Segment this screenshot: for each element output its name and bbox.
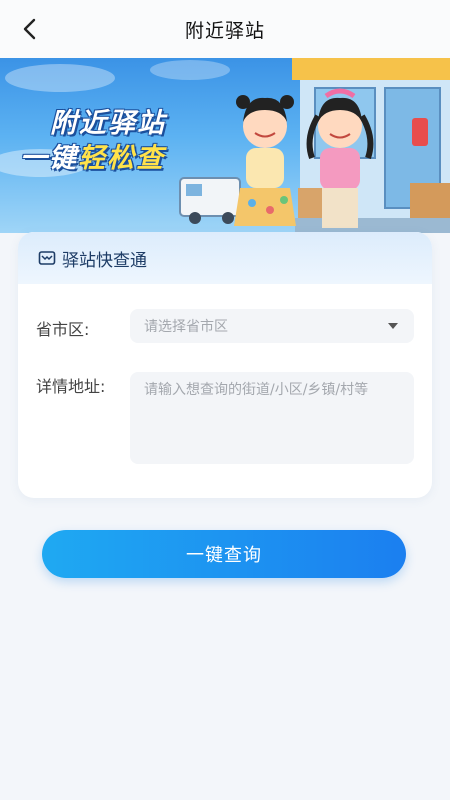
region-row: 省市区: 请选择省市区 — [18, 309, 432, 343]
page-title: 附近驿站 — [184, 19, 265, 42]
region-select[interactable]: 请选择省市区 — [130, 309, 414, 343]
top-nav-bar: 附近驿站 — [0, 0, 450, 58]
app-screen: 附近驿站 附近驿站 一键轻松查 驿站快查通 省市区: 请选择省市区 详情地址: … — [0, 0, 450, 800]
address-input[interactable] — [130, 372, 414, 464]
package-box-icon — [38, 251, 56, 265]
chevron-left-icon — [23, 18, 36, 40]
card-title: 驿站快查通 — [62, 250, 147, 271]
query-button[interactable]: 一键查询 — [42, 530, 406, 578]
region-placeholder: 请选择省市区 — [144, 319, 228, 335]
card-header: 驿站快查通 — [18, 232, 432, 284]
chevron-down-icon — [388, 323, 398, 329]
quick-lookup-card: 驿站快查通 省市区: 请选择省市区 详情地址: — [18, 232, 432, 498]
banner-subheadline: 一键轻松查 — [20, 136, 165, 175]
address-row: 详情地址: — [18, 372, 432, 464]
region-label: 省市区: — [36, 320, 90, 339]
promo-banner: 附近驿站 一键轻松查 — [0, 58, 450, 233]
banner-subheadline-highlight: 轻松查 — [78, 143, 165, 174]
banner-headline: 附近驿站 — [50, 108, 166, 139]
banner-subheadline-prefix: 一键 — [20, 143, 78, 174]
address-label: 详情地址: — [36, 377, 106, 396]
back-button[interactable] — [14, 13, 46, 45]
